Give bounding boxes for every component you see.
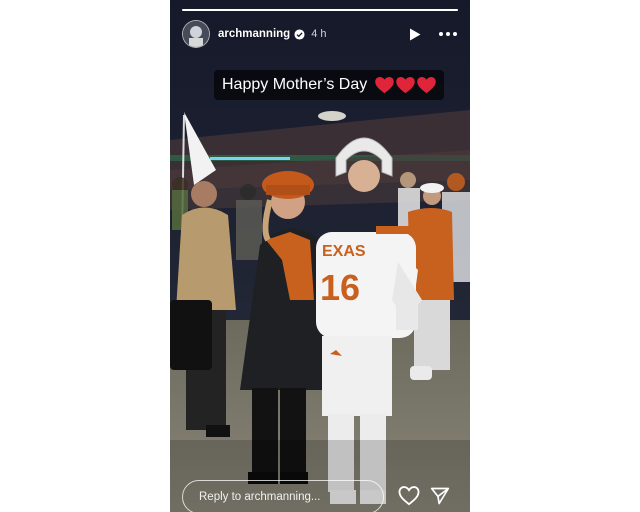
reply-input[interactable]: Reply to archmanning... [182, 480, 384, 512]
username[interactable]: archmanning [218, 28, 290, 40]
story-viewer: EXAS 16 archmanning 4 h Happy Mother’s D… [170, 0, 470, 512]
jersey-text: EXAS [322, 243, 366, 260]
story-caption: Happy Mother’s Day [214, 70, 445, 100]
heart-icon [417, 76, 437, 93]
caption-text: Happy Mother’s Day [222, 76, 368, 93]
caption-hearts [373, 76, 437, 94]
stadium-light [318, 111, 346, 121]
verified-badge-icon [294, 28, 305, 40]
more-options-icon[interactable] [438, 25, 458, 43]
play-icon[interactable] [406, 25, 424, 43]
heart-icon [396, 76, 416, 93]
heart-icon [375, 76, 395, 93]
avatar[interactable] [182, 20, 210, 48]
reply-placeholder: Reply to archmanning... [199, 491, 321, 503]
like-heart-icon[interactable] [398, 486, 420, 508]
story-header: archmanning 4 h [182, 20, 458, 48]
story-progress-bar [182, 9, 458, 11]
story-progress-fill [182, 9, 458, 11]
jersey-number: 16 [320, 267, 360, 308]
time-ago: 4 h [311, 28, 327, 40]
send-icon[interactable] [430, 486, 452, 508]
